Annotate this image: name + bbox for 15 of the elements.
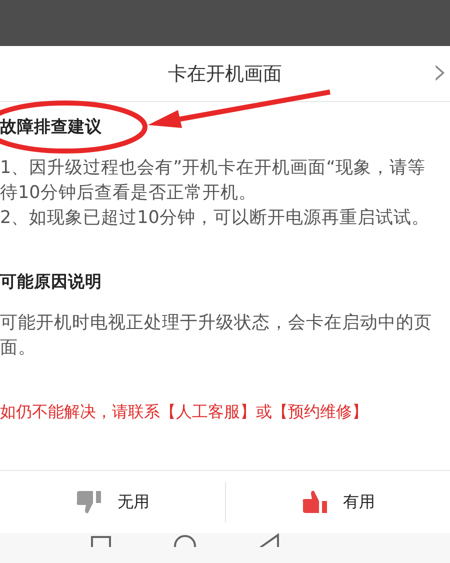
back-icon[interactable]: [258, 533, 280, 547]
home-icon[interactable]: [172, 533, 197, 547]
paragraph: 可能开机时电视正处理于升级状态，会卡在启动中的页面。: [0, 312, 433, 360]
close-button[interactable]: ›: [432, 52, 448, 90]
thumbs-up-icon: [300, 489, 329, 515]
thumbs-down-icon: [75, 489, 104, 515]
paragraph: 1、因升级过程也会有”开机卡在开机画面“现象，请等待10分钟后查看是否正常开机。: [0, 157, 426, 205]
section-heading: 故障排查建议: [0, 116, 103, 138]
recent-apps-icon[interactable]: [90, 533, 112, 547]
notice-text: 如仍不能解决，请联系【人工客服】或【预约维修】: [0, 401, 369, 423]
paragraph: 2、如现象已超过10分钟，可以断开电源再重启试试。: [0, 207, 430, 230]
section-heading: 可能原因说明: [0, 271, 103, 293]
helpful-button[interactable]: 有用: [226, 482, 450, 522]
not-helpful-button[interactable]: 无用: [0, 482, 224, 522]
sheet-title: 卡在开机画面: [168, 62, 282, 86]
